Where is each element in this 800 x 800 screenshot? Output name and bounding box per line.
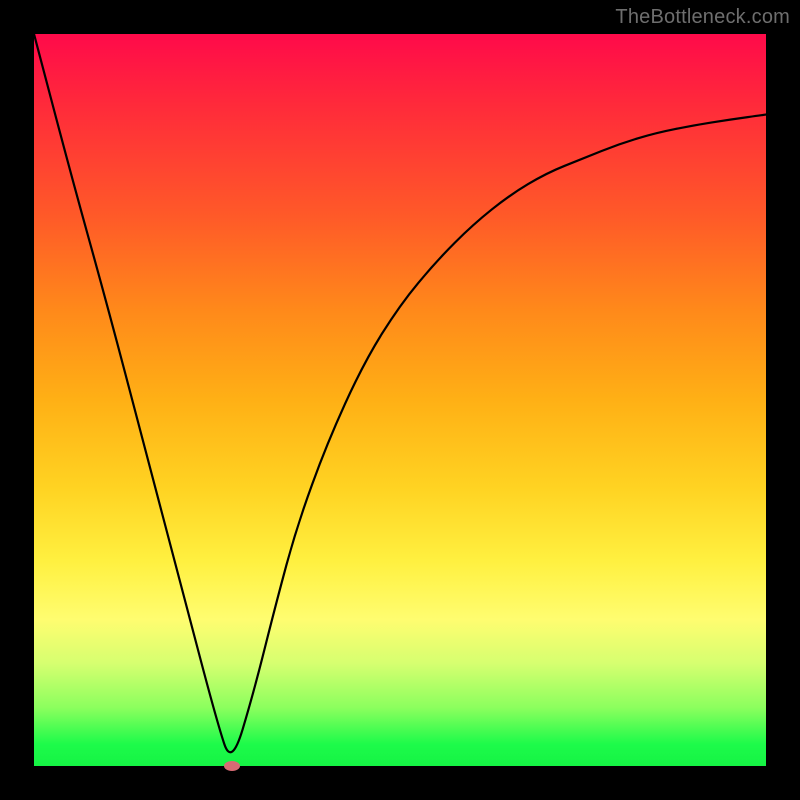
- minimum-marker: [224, 761, 240, 771]
- watermark-text: TheBottleneck.com: [615, 6, 790, 29]
- chart-frame: TheBottleneck.com: [0, 0, 800, 800]
- bottleneck-curve: [34, 34, 766, 752]
- curve-svg: [34, 34, 766, 766]
- plot-area: [34, 34, 766, 766]
